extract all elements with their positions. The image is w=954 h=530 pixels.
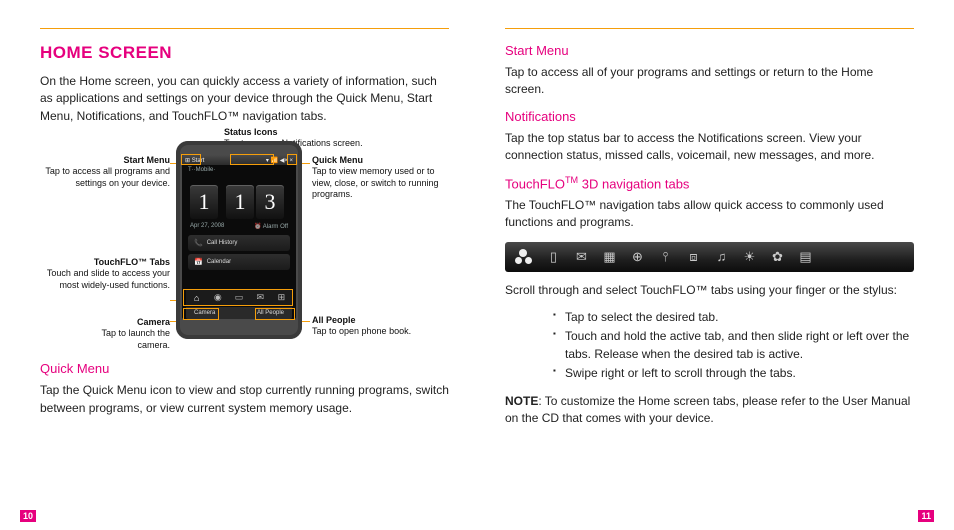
callout-heading: TouchFLO™ Tabs	[94, 257, 170, 267]
callout-start-menu: Start Menu Tap to access all programs an…	[40, 155, 170, 189]
callout-text: Tap to open phone book.	[312, 326, 411, 336]
note-label: NOTE	[505, 394, 538, 408]
row-label: Calendar	[207, 259, 231, 265]
top-rule	[40, 28, 449, 29]
clock-digit: 1	[190, 185, 218, 219]
list-item: Touch and hold the active tab, and then …	[553, 328, 914, 363]
notifications-paragraph: Tap the top status bar to access the Not…	[505, 130, 914, 165]
callout-all-people: All People Tap to open phone book.	[312, 315, 432, 338]
quick-menu-paragraph: Tap the Quick Menu icon to view and stop…	[40, 382, 449, 417]
web-icon[interactable]: ⊕	[630, 249, 645, 265]
note-text: : To customize the Home screen tabs, ple…	[505, 394, 910, 425]
page-number-left: 10	[20, 510, 36, 522]
right-page: Start Menu Tap to access all of your pro…	[505, 28, 914, 437]
callout-quick-menu: Quick Menu Tap to view memory used or to…	[312, 155, 452, 200]
page-title: HOME SCREEN	[40, 43, 449, 63]
list-item: Swipe right or left to scroll through th…	[553, 365, 914, 382]
highlight-box	[183, 308, 219, 320]
section-start-menu: Start Menu	[505, 43, 914, 58]
callout-heading: All People	[312, 315, 356, 325]
highlight-box	[255, 308, 295, 320]
callout-camera: Camera Tap to launch the camera.	[70, 317, 170, 351]
weather-icon[interactable]: ☀	[742, 249, 757, 265]
instruction-list: Tap to select the desired tab. Touch and…	[553, 309, 914, 383]
alarm-text: Alarm Off	[263, 224, 288, 230]
home-row-call-history[interactable]: 📞Call History	[188, 235, 290, 251]
callout-heading: Status Icons	[224, 127, 278, 137]
left-page: HOME SCREEN On the Home screen, you can …	[40, 28, 449, 437]
start-menu-paragraph: Tap to access all of your programs and s…	[505, 64, 914, 99]
callout-heading: Quick Menu	[312, 155, 363, 165]
people-icon[interactable]: ▯	[546, 249, 561, 265]
home-row-calendar[interactable]: 📅Calendar	[188, 254, 290, 270]
intro-paragraph: On the Home screen, you can quickly acce…	[40, 73, 449, 125]
callout-text: Tap to view memory used or to view, clos…	[312, 166, 439, 199]
highlight-box	[287, 154, 297, 165]
callout-text: Tap to launch the camera.	[101, 328, 170, 349]
scroll-paragraph: Scroll through and select TouchFLO™ tabs…	[505, 282, 914, 299]
callout-text: Tap to access all programs and settings …	[45, 166, 170, 187]
carrier-label: T··Mobile·	[182, 165, 296, 175]
section-notifications: Notifications	[505, 109, 914, 124]
callout-text: Touch and slide to access your most wide…	[47, 268, 170, 289]
music-icon[interactable]: ♫	[714, 249, 729, 264]
clock-digit: 1	[226, 185, 254, 219]
phone-figure: Start Menu Tap to access all programs an…	[40, 135, 449, 355]
section-touchflo: TouchFLOTM 3D navigation tabs	[505, 175, 914, 191]
touchflo-paragraph: The TouchFLO™ navigation tabs allow quic…	[505, 197, 914, 232]
callout-heading: Start Menu	[123, 155, 170, 165]
section-quick-menu: Quick Menu	[40, 361, 449, 376]
list-item: Tap to select the desired tab.	[553, 309, 914, 326]
settings-icon[interactable]: ✿	[770, 249, 785, 265]
mail-icon[interactable]: ✉	[574, 249, 589, 265]
top-rule	[505, 28, 914, 29]
stocks-icon[interactable]: ⫯	[658, 249, 673, 265]
apps-icon[interactable]: ▤	[798, 249, 813, 265]
calendar-icon[interactable]: ▦	[602, 249, 617, 265]
date-row: Apr 27, 2008 ⏰ Alarm Off	[182, 221, 296, 232]
touchflo-tab-strip[interactable]: ▯ ✉ ▦ ⊕ ⫯ ⧈ ♫ ☀ ✿ ▤	[505, 242, 914, 272]
row-label: Call History	[207, 240, 238, 246]
clock-digit: 3	[256, 185, 284, 219]
highlight-box	[181, 154, 201, 165]
callout-touchflo-tabs: TouchFLO™ Tabs Touch and slide to access…	[40, 257, 170, 291]
device-mockup: ⊞ Start ▾ 📶 ◀× × T··Mobile· 1 1 3 Apr 27…	[176, 141, 302, 339]
date-text: Apr 27, 2008	[190, 223, 224, 230]
flip-clock: 1 1 3	[182, 175, 296, 221]
highlight-box	[183, 289, 293, 306]
highlight-box	[230, 154, 274, 165]
note-paragraph: NOTE: To customize the Home screen tabs,…	[505, 393, 914, 428]
page-number-right: 11	[918, 510, 934, 522]
home-icon[interactable]	[513, 247, 533, 267]
callout-heading: Camera	[137, 317, 170, 327]
camera-icon[interactable]: ⧈	[686, 249, 701, 265]
